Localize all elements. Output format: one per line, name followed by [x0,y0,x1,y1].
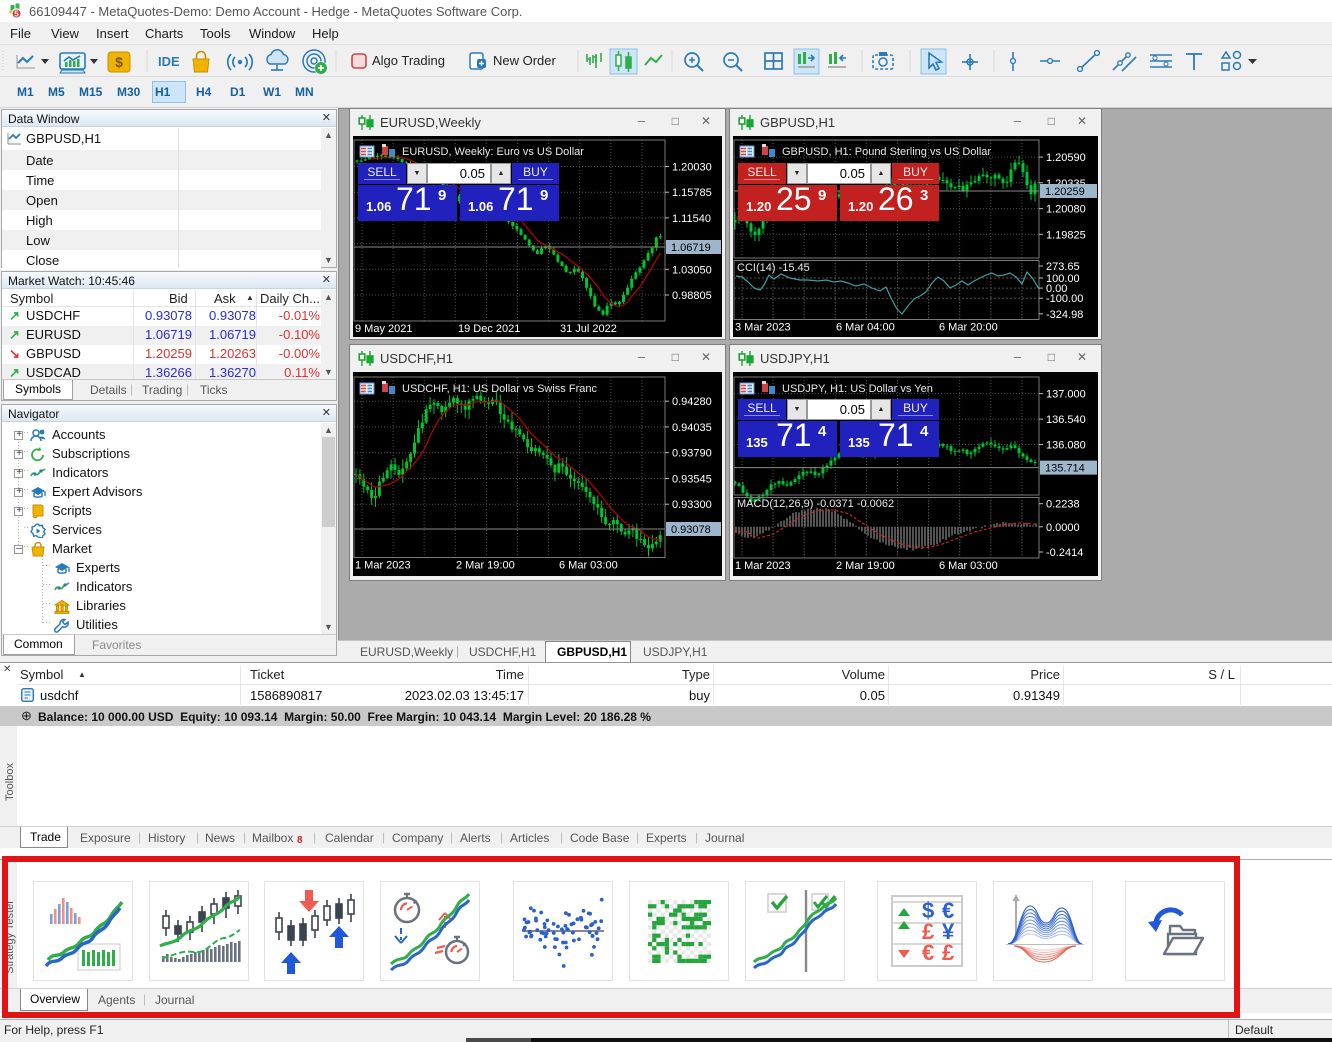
svg-text:GBPUSD, H1: Pound Sterling vs: GBPUSD, H1: Pound Sterling vs US Dollar [782,146,991,158]
svg-text:6 Mar 03:00: 6 Mar 03:00 [559,560,618,572]
svg-text:5: 5 [14,9,19,18]
svg-text:1.06719: 1.06719 [671,242,711,254]
svg-text:1.20590: 1.20590 [1046,152,1086,164]
svg-text:19 Dec 2021: 19 Dec 2021 [458,323,520,335]
svg-text:-324.98: -324.98 [1046,309,1083,321]
svg-text:USDCHF, H1: US Dollar vs Swiss: USDCHF, H1: US Dollar vs Swiss Franc [402,383,597,395]
svg-text:6 Mar 20:00: 6 Mar 20:00 [939,322,998,334]
svg-text:136.080: 136.080 [1046,440,1086,452]
svg-text:0.0000: 0.0000 [1046,522,1080,534]
svg-text:0.93300: 0.93300 [672,499,712,511]
svg-text:6 Mar 03:00: 6 Mar 03:00 [939,560,998,572]
svg-text:0.94280: 0.94280 [672,396,712,408]
svg-text:135.714: 135.714 [1045,463,1085,475]
svg-text:0.93545: 0.93545 [672,474,712,486]
svg-text:-100.00: -100.00 [1046,293,1083,305]
svg-text:1.20080: 1.20080 [1046,204,1086,216]
svg-text:1.15785: 1.15785 [672,187,712,199]
svg-text:1 Mar 2023: 1 Mar 2023 [735,560,791,572]
svg-text:1.20259: 1.20259 [1045,186,1085,198]
svg-text:6 Mar 04:00: 6 Mar 04:00 [836,322,895,334]
svg-text:1.20030: 1.20030 [672,162,712,174]
svg-text:1.19825: 1.19825 [1046,229,1086,241]
svg-text:$: $ [115,54,123,70]
svg-text:0.93790: 0.93790 [672,448,712,460]
svg-text:0.98805: 0.98805 [672,290,712,302]
svg-text:IDE: IDE [158,54,180,69]
svg-text:2 Mar 19:00: 2 Mar 19:00 [836,560,895,572]
svg-text:0.94035: 0.94035 [672,422,712,434]
svg-text:0.2238: 0.2238 [1046,499,1080,511]
svg-text:-0.2414: -0.2414 [1046,547,1083,559]
svg-text:USDJPY, H1: US Dollar vs Yen: USDJPY, H1: US Dollar vs Yen [782,383,933,395]
svg-text:EURUSD, Weekly: Euro vs US Dol: EURUSD, Weekly: Euro vs US Dollar [402,146,584,158]
svg-text:31 Jul 2022: 31 Jul 2022 [560,323,617,335]
svg-text:2 Mar 19:00: 2 Mar 19:00 [456,560,515,572]
svg-text:1 Mar 2023: 1 Mar 2023 [355,560,411,572]
svg-text:1.03050: 1.03050 [672,264,712,276]
svg-text:CCI(14) -15.45: CCI(14) -15.45 [737,262,810,274]
svg-text:9 May 2021: 9 May 2021 [355,323,412,335]
svg-text:137.000: 137.000 [1046,389,1086,401]
svg-text:MACD(12,26,9) -0.0371 -0.0062: MACD(12,26,9) -0.0371 -0.0062 [737,498,894,510]
svg-text:1.11540: 1.11540 [672,213,711,225]
svg-text:273.65: 273.65 [1046,261,1080,273]
svg-text:136.540: 136.540 [1046,414,1086,426]
svg-text:3 Mar 2023: 3 Mar 2023 [735,322,791,334]
svg-text:0.93078: 0.93078 [671,524,711,536]
